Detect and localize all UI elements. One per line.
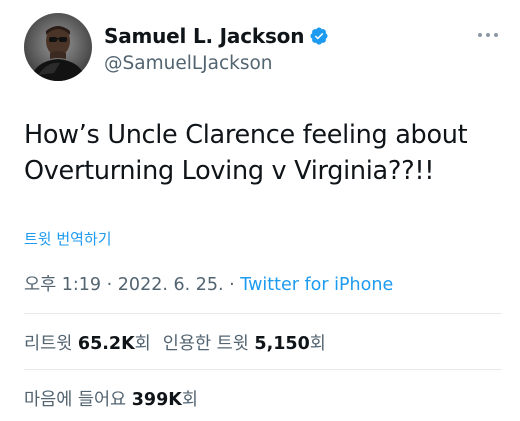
retweets-count: 65.2K: [77, 334, 135, 354]
display-name[interactable]: Samuel L. Jackson: [104, 24, 304, 48]
translate-tweet-link[interactable]: 트윗 번역하기: [24, 228, 112, 249]
retweets-link[interactable]: 리트윗 65.2K회: [24, 334, 151, 354]
likes-count: 399K: [131, 390, 182, 410]
more-options-icon[interactable]: [478, 30, 500, 40]
likes-unit: 회: [181, 390, 198, 410]
avatar-image: [24, 13, 92, 81]
tweet-meta: 오후 1:19 · 2022. 6. 25. · Twitter for iPh…: [24, 271, 393, 296]
likes-stats[interactable]: 마음에 들어요 399K회: [24, 386, 198, 411]
meta-separator: ·: [229, 275, 235, 295]
avatar[interactable]: [24, 13, 92, 81]
tweet-source-link[interactable]: Twitter for iPhone: [240, 275, 393, 295]
tweet-time[interactable]: 오후 1:19: [24, 275, 101, 295]
retweets-unit: 회: [134, 334, 151, 354]
verified-badge-icon: [310, 27, 328, 45]
meta-separator: ·: [106, 275, 113, 295]
likes-label: 마음에 들어요: [24, 390, 127, 410]
tweet-date[interactable]: 2022. 6. 25.: [118, 275, 224, 295]
divider: [24, 369, 502, 370]
user-handle[interactable]: @SamuelLJackson: [104, 53, 273, 74]
quotes-count: 5,150: [254, 334, 310, 354]
quotes-unit: 회: [309, 334, 326, 354]
divider: [24, 313, 502, 314]
quotes-label: 인용한 트윗: [162, 334, 249, 354]
retweet-stats: 리트윗 65.2K회 인용한 트윗 5,150회: [24, 330, 326, 355]
tweet-text: How’s Uncle Clarence feeling about Overt…: [24, 120, 468, 186]
retweets-label: 리트윗: [24, 334, 73, 354]
quotes-link[interactable]: 인용한 트윗 5,150회: [163, 334, 326, 354]
